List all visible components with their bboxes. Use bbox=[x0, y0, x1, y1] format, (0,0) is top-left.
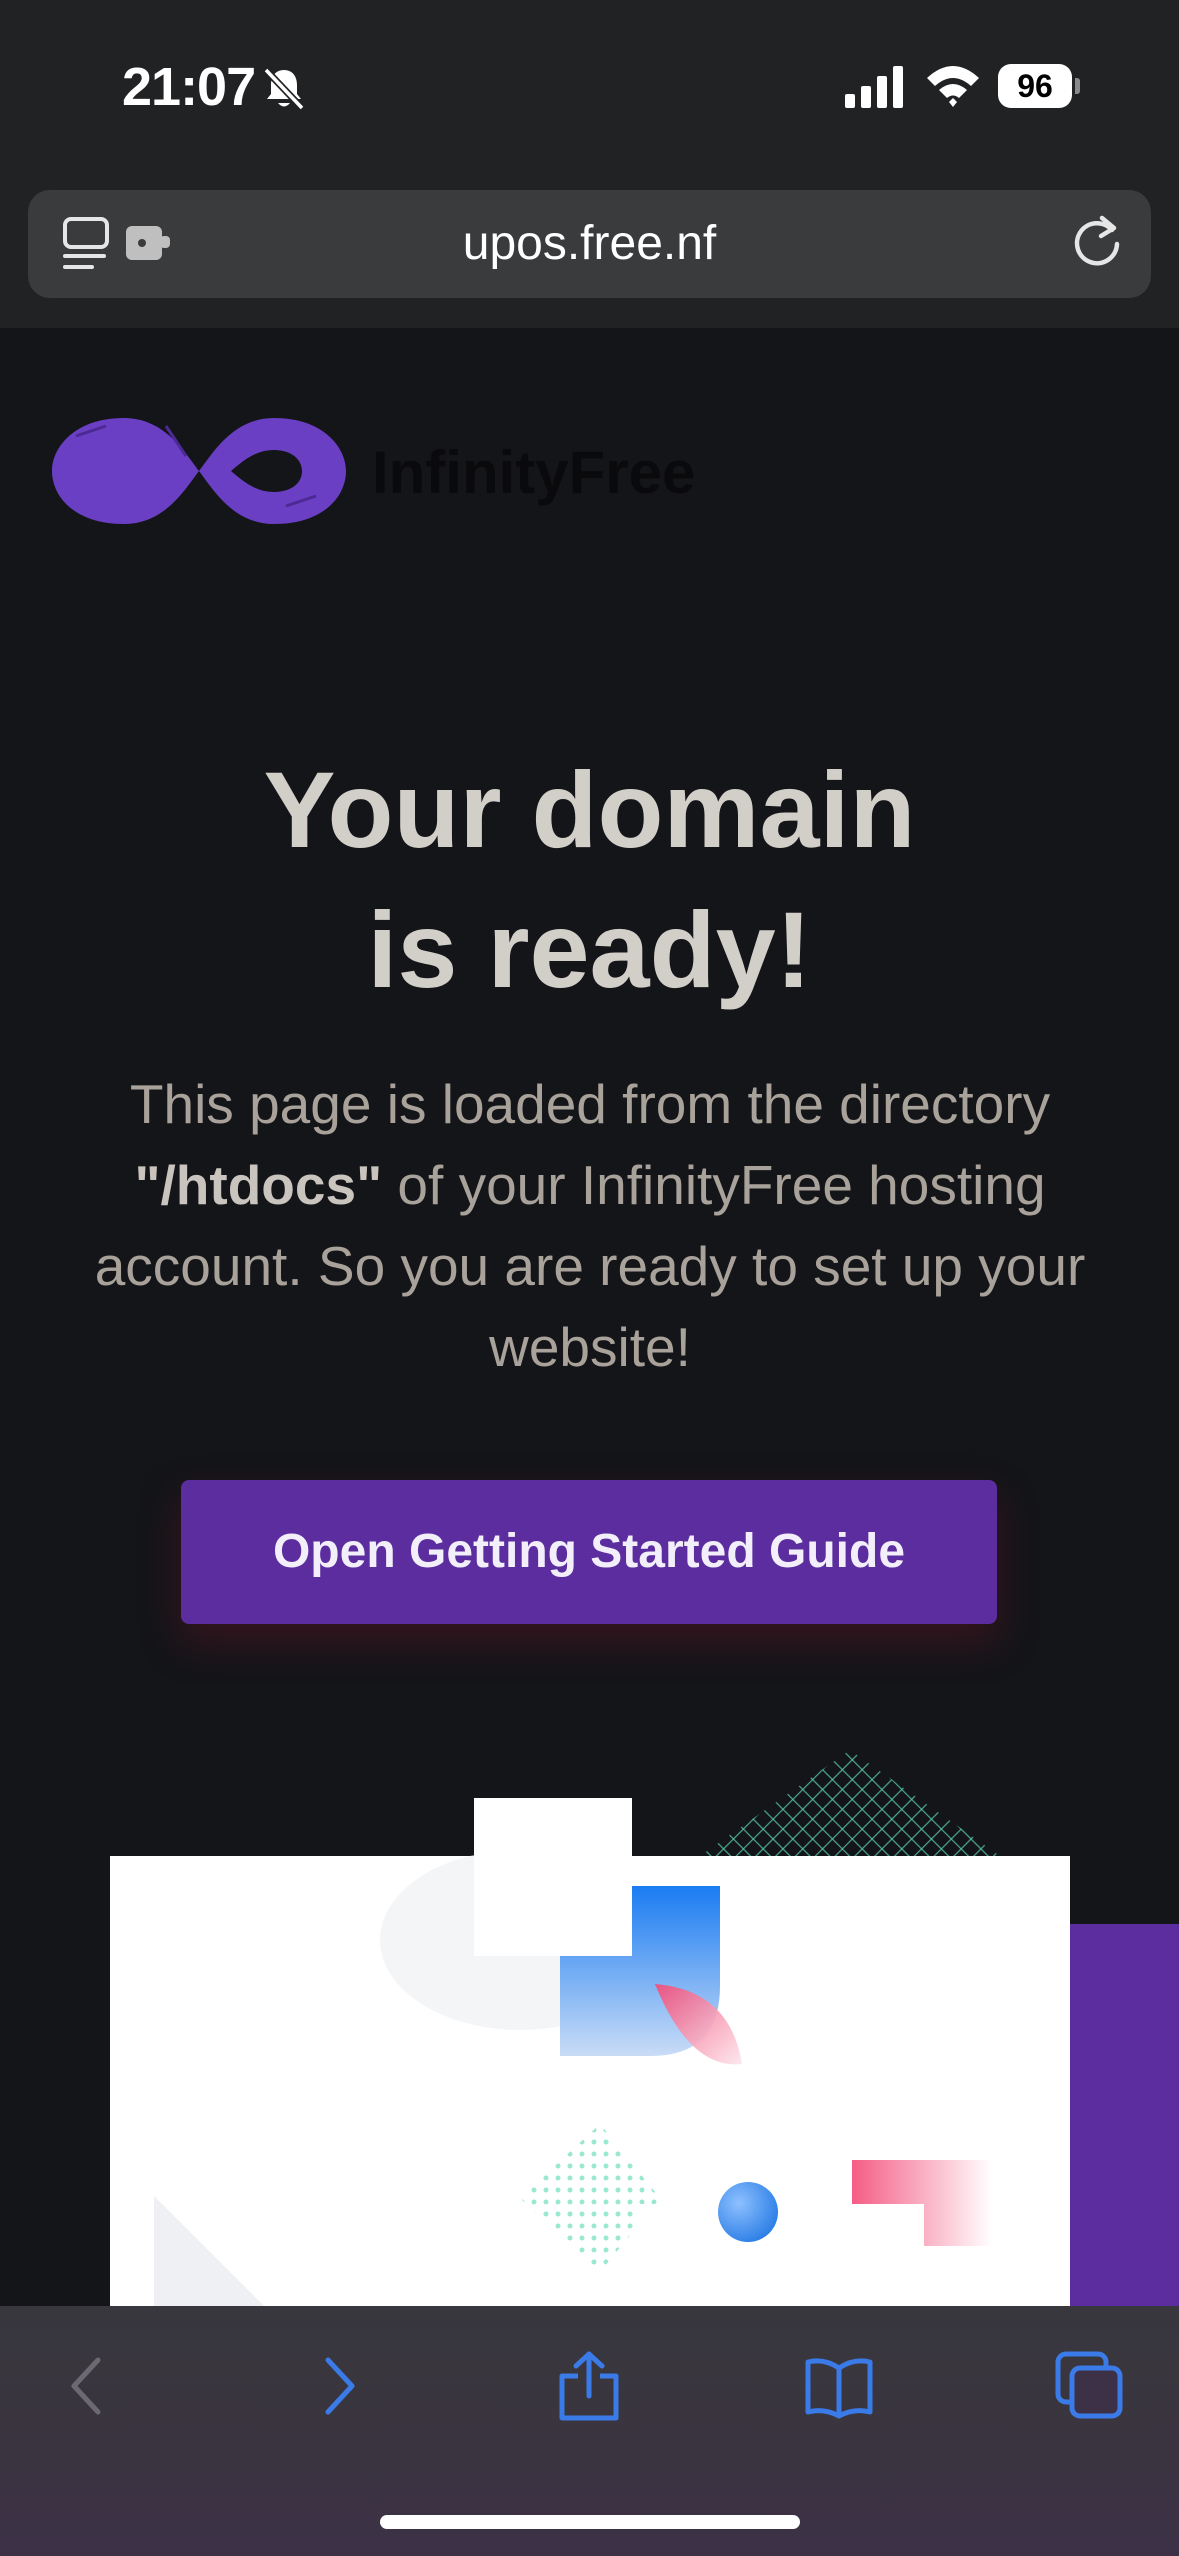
cellular-signal-icon bbox=[845, 66, 903, 108]
bell-slash-icon bbox=[263, 67, 305, 111]
headline-line-2: is ready! bbox=[367, 889, 812, 1010]
headline-line-1: Your domain bbox=[263, 749, 916, 870]
logo-text: InfinityFree bbox=[372, 439, 696, 506]
wifi-icon bbox=[927, 66, 979, 107]
forward-icon[interactable] bbox=[304, 2350, 374, 2422]
back-icon[interactable] bbox=[52, 2350, 122, 2422]
reload-icon[interactable] bbox=[1068, 214, 1126, 272]
hero-illustration bbox=[110, 1750, 1179, 2306]
status-time: 21:07 bbox=[122, 57, 256, 117]
home-indicator[interactable] bbox=[380, 2515, 800, 2529]
htdocs-path: "/htdocs" bbox=[134, 1154, 383, 1216]
url-text[interactable]: upos.free.nf bbox=[28, 216, 1151, 271]
page-title: Your domain is ready! bbox=[0, 740, 1179, 1020]
battery-tip bbox=[1075, 78, 1080, 94]
extension-icon[interactable] bbox=[124, 222, 174, 264]
share-icon[interactable] bbox=[554, 2350, 624, 2422]
intro-text-1: This page is loaded from the directory bbox=[129, 1073, 1051, 1135]
bookmarks-icon[interactable] bbox=[804, 2350, 874, 2422]
infinityfree-logo-icon bbox=[52, 418, 346, 524]
intro-paragraph: This page is loaded from the directory "… bbox=[70, 1064, 1110, 1388]
getting-started-button[interactable]: Open Getting Started Guide bbox=[181, 1480, 997, 1624]
battery-level: 96 bbox=[998, 64, 1072, 108]
reader-icon[interactable] bbox=[62, 216, 110, 272]
url-bar[interactable]: upos.free.nf bbox=[28, 190, 1151, 298]
tabs-icon[interactable] bbox=[1054, 2350, 1124, 2422]
